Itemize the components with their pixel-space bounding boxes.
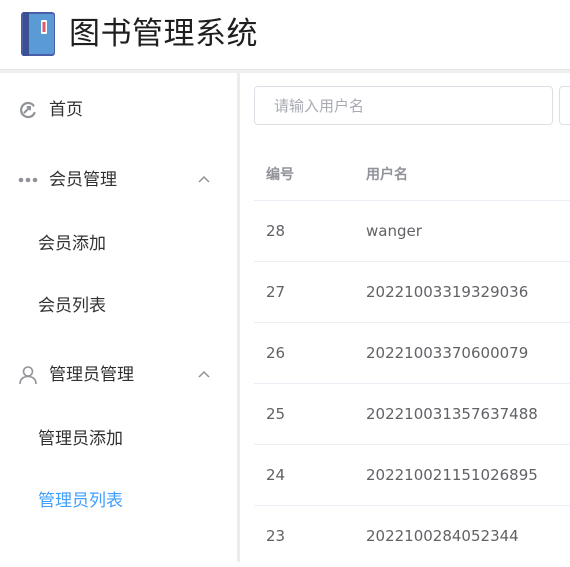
sidebar-item-member-add[interactable]: 会员添加 <box>0 216 237 272</box>
sidebar-item-label: 管理员添加 <box>38 429 123 449</box>
cell-username: wanger <box>366 222 422 240</box>
chevron-up-icon[interactable] <box>197 369 211 379</box>
search-input[interactable] <box>254 86 553 125</box>
sidebar-item-admin-list[interactable]: 管理员列表 <box>0 473 237 529</box>
sidebar-item-member-list[interactable]: 会员列表 <box>0 278 237 334</box>
table-row[interactable]: 24 202210021151026895 <box>254 445 570 506</box>
table-row[interactable]: 28 wanger <box>254 201 570 262</box>
cell-username: 202210021151026895 <box>366 466 538 484</box>
cell-username: 20221003370600079 <box>366 344 529 362</box>
sidebar-group-member[interactable]: 会员管理 <box>0 152 237 208</box>
search-button[interactable] <box>559 86 570 125</box>
cell-id: 25 <box>266 405 286 423</box>
table-row[interactable]: 23 2022100284052344 <box>254 506 570 567</box>
home-icon <box>20 101 36 119</box>
book-icon <box>21 12 55 56</box>
user-icon <box>19 366 37 385</box>
main-content: 编号 用户名 28 wanger 27 20221003319329036 26… <box>240 73 570 562</box>
cell-username: 2022100284052344 <box>366 527 519 545</box>
chevron-up-icon[interactable] <box>197 174 211 184</box>
sidebar-item-home[interactable]: 首页 <box>0 82 237 138</box>
sidebar-group-admin[interactable]: 管理员管理 <box>0 347 237 403</box>
more-dots-icon <box>18 177 38 183</box>
cell-id: 23 <box>266 527 286 545</box>
cell-username: 20221003319329036 <box>366 283 529 301</box>
app-header: 图书管理系统 <box>0 0 570 70</box>
cell-id: 26 <box>266 344 286 362</box>
column-header-username[interactable]: 用户名 <box>366 165 408 185</box>
table-header: 编号 用户名 <box>254 145 570 201</box>
table-row[interactable]: 26 20221003370600079 <box>254 323 570 384</box>
cell-id: 24 <box>266 466 286 484</box>
cell-username: 202210031357637488 <box>366 405 538 423</box>
cell-id: 27 <box>266 283 286 301</box>
table-row[interactable]: 27 20221003319329036 <box>254 262 570 323</box>
sidebar-group-label: 管理员管理 <box>49 365 134 385</box>
sidebar-item-label: 首页 <box>49 100 83 120</box>
table-row[interactable]: 25 202210031357637488 <box>254 384 570 445</box>
app-title: 图书管理系统 <box>69 16 258 52</box>
sidebar-item-admin-add[interactable]: 管理员添加 <box>0 411 237 467</box>
sidebar-item-label: 管理员列表 <box>38 491 123 511</box>
column-header-id[interactable]: 编号 <box>266 165 294 185</box>
sidebar-menu: 首页 会员管理 会员添加 会员列表 管理员管理 管理员添加 管理员列表 <box>0 73 237 562</box>
sidebar-item-label: 会员添加 <box>38 234 106 254</box>
sidebar-group-label: 会员管理 <box>49 170 117 190</box>
sidebar-item-label: 会员列表 <box>38 296 106 316</box>
cell-id: 28 <box>266 222 286 240</box>
